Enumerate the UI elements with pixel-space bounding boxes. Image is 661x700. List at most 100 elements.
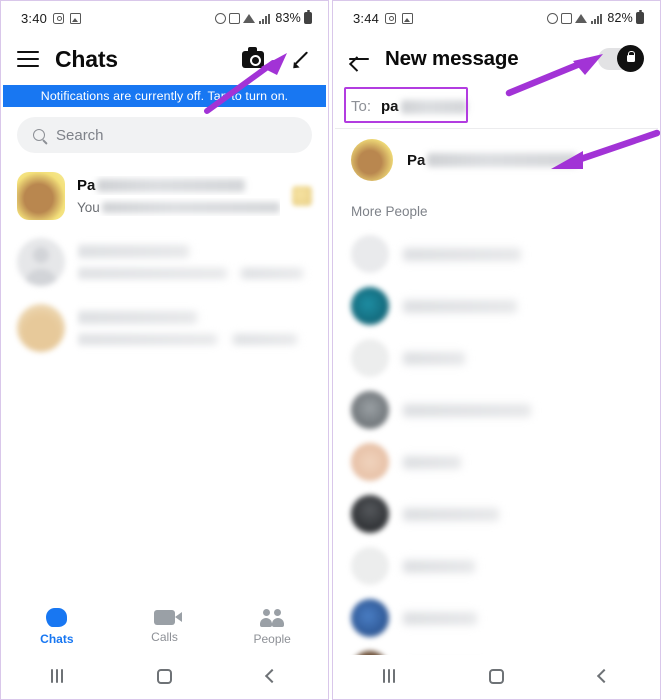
battery-percent: 83% (275, 11, 301, 25)
redacted-preview (101, 201, 280, 213)
right-system-nav (335, 655, 658, 697)
search-icon (33, 129, 45, 141)
redacted-contact-name (403, 507, 499, 521)
home-icon[interactable] (111, 668, 219, 684)
secret-conversation-toggle[interactable] (598, 45, 644, 72)
photo-icon (70, 12, 82, 24)
list-item[interactable] (335, 384, 658, 436)
avatar (17, 238, 65, 286)
list-item[interactable] (335, 436, 658, 488)
redacted-name (77, 311, 197, 324)
toggle-knob (617, 45, 644, 72)
right-status-bar: 3:44 82% (335, 3, 658, 33)
list-item[interactable] (335, 592, 658, 644)
hamburger-icon[interactable] (17, 51, 39, 67)
list-item[interactable] (335, 228, 658, 280)
list-item[interactable] (335, 488, 658, 540)
bottom-navigation: Chats Calls People (3, 599, 326, 655)
back-icon[interactable] (218, 668, 326, 684)
redacted-to-value (400, 99, 467, 114)
to-input-value[interactable]: pa (381, 98, 467, 115)
to-field[interactable]: To: pa (335, 85, 658, 129)
wifi-icon (243, 13, 256, 23)
contact-name: Pa (407, 152, 578, 169)
list-item[interactable]: Pa (335, 129, 658, 191)
section-header-more-people: More People (351, 204, 428, 219)
list-item[interactable] (335, 280, 658, 332)
redacted-preview (77, 333, 217, 345)
signal-icon (591, 13, 603, 24)
tab-chats[interactable]: Chats (3, 608, 111, 646)
mute-icon (547, 12, 559, 24)
redacted-contact-name (403, 403, 531, 417)
redacted-preview (77, 267, 227, 279)
back-icon[interactable] (550, 668, 658, 684)
avatar (351, 287, 389, 325)
battery-percent: 82% (607, 11, 633, 25)
screenshot-stage: 3:40 83% Chats Notifications are current… (0, 0, 661, 700)
status-time: 3:44 (353, 10, 380, 26)
page-title: New message (385, 47, 519, 70)
avatar (351, 339, 389, 377)
tab-chats-label: Chats (40, 632, 74, 646)
table-row[interactable]: Pa You (3, 163, 326, 229)
redacted-contact-name (427, 153, 578, 167)
page-title: Chats (55, 45, 118, 72)
avatar (351, 599, 389, 637)
tab-people-label: People (253, 631, 291, 646)
redacted-contact-name (403, 559, 475, 573)
to-input-text: pa (381, 98, 399, 115)
avatar (351, 547, 389, 585)
contact-list (335, 228, 658, 696)
tab-calls[interactable]: Calls (111, 610, 219, 644)
battery-icon (636, 10, 644, 24)
notifications-off-banner[interactable]: Notifications are currently off. Tap to … (3, 85, 326, 107)
lock-icon (626, 51, 635, 62)
contact-name (403, 507, 499, 521)
right-phone-panel: 3:44 82% New message To: pa Pa More Peop… (332, 0, 661, 700)
list-item[interactable] (335, 540, 658, 592)
contact-name (403, 559, 475, 573)
battery-icon (304, 10, 312, 24)
redacted-contact-name (403, 611, 477, 625)
table-row[interactable] (3, 229, 326, 295)
to-label: To: (351, 98, 372, 115)
contact-name (403, 299, 517, 313)
avatar (351, 443, 389, 481)
chat-name-text: Pa (77, 177, 96, 194)
compose-pencil-icon[interactable] (290, 49, 310, 69)
contact-name (403, 247, 521, 261)
alarm-icon (385, 12, 397, 24)
chat-preview-text: You (77, 199, 100, 215)
avatar (17, 304, 65, 352)
right-app-bar: New message (335, 33, 658, 85)
recent-apps-icon[interactable] (335, 669, 443, 683)
mute-icon (215, 12, 227, 24)
table-row[interactable] (3, 295, 326, 361)
list-item[interactable] (335, 332, 658, 384)
redacted-name (97, 179, 246, 192)
left-status-bar: 3:40 83% (3, 3, 326, 33)
search-container: Search (3, 107, 326, 161)
redacted-contact-name (403, 299, 517, 313)
home-icon[interactable] (443, 668, 551, 684)
back-arrow-icon[interactable] (349, 50, 371, 68)
contact-name (403, 351, 465, 365)
left-app-bar: Chats (3, 33, 326, 85)
search-placeholder: Search (56, 126, 104, 144)
contact-name (403, 455, 461, 469)
recent-apps-icon[interactable] (3, 669, 111, 683)
avatar (351, 139, 393, 181)
camera-icon[interactable] (242, 47, 264, 68)
left-phone-panel: 3:40 83% Chats Notifications are current… (0, 0, 329, 700)
vibrate-icon (561, 12, 573, 24)
redacted-contact-name (403, 247, 521, 261)
wifi-icon (575, 13, 588, 23)
chat-preview (77, 330, 312, 348)
chat-name (77, 242, 312, 261)
redacted-timestamp (233, 333, 297, 345)
signal-icon (259, 13, 271, 24)
chat-preview (77, 264, 312, 282)
search-input[interactable]: Search (17, 117, 312, 153)
tab-people[interactable]: People (218, 608, 326, 646)
